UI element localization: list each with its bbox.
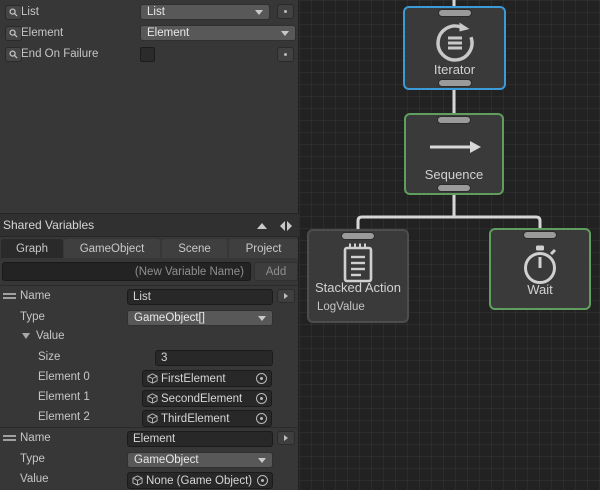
notepad-icon: [339, 241, 377, 285]
size-label: Size: [38, 351, 60, 363]
behavior-tree-canvas[interactable]: Iterator Sequence: [299, 0, 600, 490]
variable-name-field[interactable]: [127, 289, 273, 305]
element-variable-dropdown[interactable]: Element: [140, 25, 296, 41]
splitter-resize-icon[interactable]: [280, 221, 292, 231]
variable-type-dropdown[interactable]: GameObject[]: [127, 310, 273, 326]
tab-project[interactable]: Project: [229, 239, 298, 258]
tab-gameobject[interactable]: GameObject: [64, 239, 160, 258]
divider: [0, 427, 299, 428]
type-label: Type: [20, 453, 45, 465]
sequence-arrow-icon: [424, 137, 484, 157]
search-icon: [9, 8, 18, 17]
dot-icon: [284, 10, 287, 13]
element-2-object-field[interactable]: ThirdElement: [142, 410, 272, 427]
divider: [0, 285, 299, 286]
field-label: End On Failure: [21, 48, 98, 60]
add-variable-button[interactable]: Add: [254, 262, 298, 281]
task-field-row-end-on-failure: End On Failure: [0, 46, 299, 63]
end-on-failure-checkbox[interactable]: [140, 47, 155, 62]
variable-type-dropdown[interactable]: GameObject: [127, 452, 273, 468]
element-1-object-field[interactable]: SecondElement: [142, 390, 272, 407]
chevron-down-icon: [255, 10, 263, 15]
drag-handle-icon[interactable]: [3, 293, 16, 299]
value-foldout-icon[interactable]: [22, 333, 30, 339]
value-label: Value: [20, 473, 49, 485]
search-button[interactable]: [5, 5, 22, 20]
inspector-panel: List List Element Element End On Failure: [0, 0, 299, 490]
outgoing-connector[interactable]: [437, 184, 471, 192]
variable-menu-button[interactable]: [277, 431, 295, 445]
collapse-up-icon[interactable]: [257, 223, 267, 229]
triangle-right-icon: [284, 435, 288, 441]
array-size-field[interactable]: [155, 350, 273, 366]
element-0-label: Element 0: [38, 371, 90, 383]
incoming-connector[interactable]: [438, 9, 472, 17]
outgoing-connector[interactable]: [438, 79, 472, 87]
tab-scene[interactable]: Scene: [162, 239, 227, 258]
presets-button[interactable]: [277, 4, 294, 19]
chevron-down-icon: [281, 31, 289, 36]
tab-graph[interactable]: Graph: [1, 239, 63, 258]
element-1-label: Element 1: [38, 391, 90, 403]
object-picker-icon[interactable]: [256, 413, 267, 424]
chevron-down-icon: [258, 458, 266, 463]
value-label: Value: [36, 330, 65, 342]
object-picker-icon[interactable]: [257, 475, 268, 486]
prefab-cube-icon: [132, 475, 143, 486]
prefab-cube-icon: [147, 373, 158, 384]
name-label: Name: [20, 432, 51, 444]
stopwatch-icon: [518, 242, 562, 286]
search-button[interactable]: [5, 26, 22, 41]
incoming-connector[interactable]: [523, 231, 557, 239]
shared-variables-header[interactable]: Shared Variables: [0, 213, 299, 237]
variable-menu-button[interactable]: [277, 289, 295, 303]
field-label: List: [21, 6, 39, 18]
node-iterator[interactable]: Iterator: [403, 6, 506, 90]
drag-handle-icon[interactable]: [3, 435, 16, 441]
node-stacked-action[interactable]: Stacked Action LogValue: [307, 229, 409, 323]
behavior-designer-window: List List Element Element End On Failure: [0, 0, 600, 490]
dot-icon: [284, 53, 287, 56]
name-label: Name: [20, 290, 51, 302]
element-2-label: Element 2: [38, 411, 90, 423]
task-field-row-list: List List: [0, 4, 299, 21]
prefab-cube-icon: [147, 413, 158, 424]
variable-name-field[interactable]: [127, 431, 273, 447]
triangle-right-icon: [284, 293, 288, 299]
list-variable-dropdown[interactable]: List: [140, 4, 270, 20]
search-icon: [9, 50, 18, 59]
task-field-row-element: Element Element: [0, 25, 299, 42]
field-label: Element: [21, 27, 63, 39]
prefab-cube-icon: [147, 393, 158, 404]
chevron-down-icon: [258, 316, 266, 321]
value-object-field[interactable]: None (Game Object): [127, 472, 273, 489]
new-variable-name-input[interactable]: [2, 262, 251, 281]
node-sequence[interactable]: Sequence: [404, 113, 504, 195]
element-0-object-field[interactable]: FirstElement: [142, 370, 272, 387]
object-picker-icon[interactable]: [256, 373, 267, 384]
iterator-icon: [431, 18, 479, 66]
object-picker-icon[interactable]: [256, 393, 267, 404]
type-label: Type: [20, 311, 45, 323]
node-wait[interactable]: Wait: [489, 228, 591, 310]
presets-button[interactable]: [277, 47, 294, 62]
node-subtitle: LogValue: [317, 301, 365, 313]
incoming-connector[interactable]: [437, 116, 471, 124]
incoming-connector[interactable]: [341, 232, 375, 240]
pane-title: Shared Variables: [3, 218, 94, 232]
search-icon: [9, 29, 18, 38]
search-button[interactable]: [5, 47, 22, 62]
